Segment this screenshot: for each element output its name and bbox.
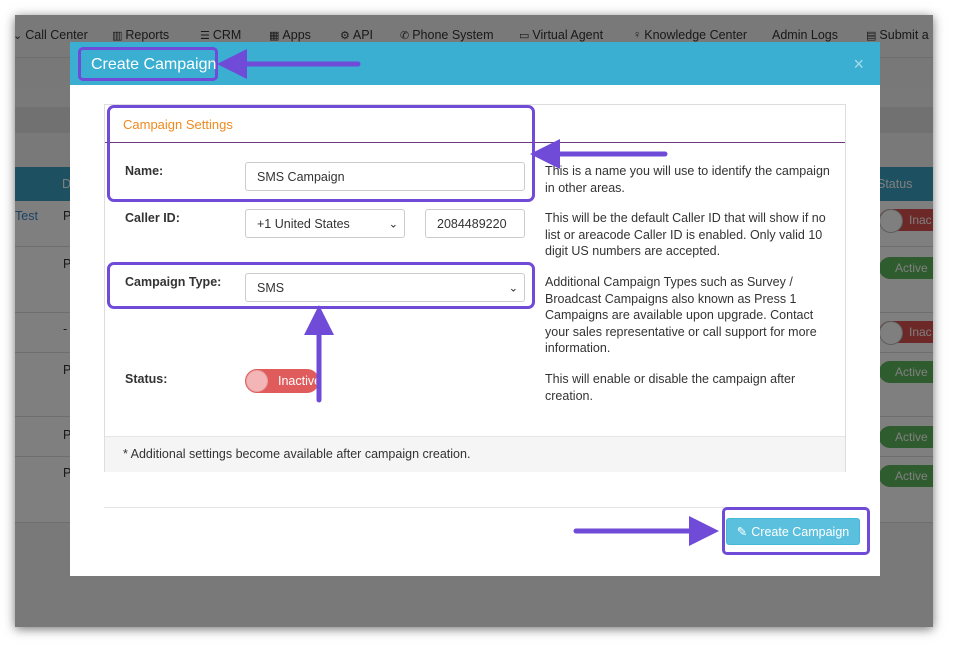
annotation-arrows [217, 49, 719, 546]
